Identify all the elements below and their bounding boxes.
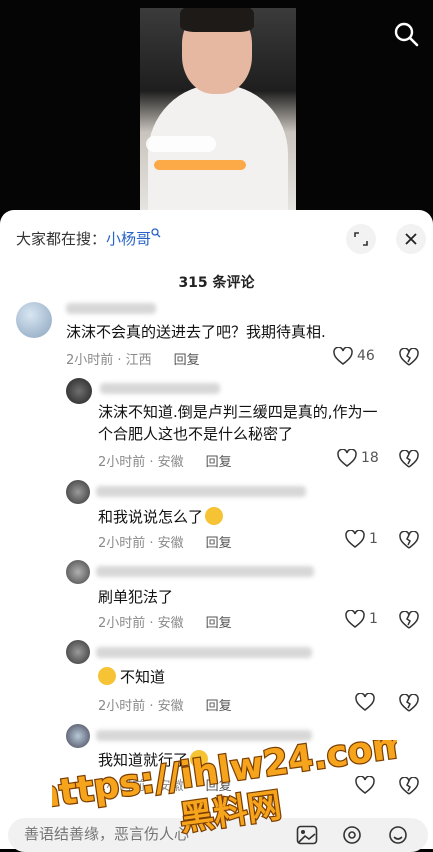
avatar[interactable] (66, 378, 92, 404)
broken-heart-icon[interactable] (399, 348, 419, 366)
comment-time-location: 2小时前 · 江西 (66, 353, 152, 368)
username-blurred (96, 486, 306, 497)
comment-text: 沫沫不会真的送进去了吧？我期待真相. (66, 323, 326, 341)
like-button[interactable]: 46 (333, 347, 375, 365)
image-icon[interactable] (296, 825, 318, 845)
comment-meta: 2小时前 · 江西 回复 (66, 349, 200, 368)
comment-text-content: 和我说说怎么了 (98, 508, 204, 526)
comment-meta: 2小时前 · 安徽 回复 (98, 451, 232, 470)
reply-button[interactable]: 回复 (206, 455, 232, 470)
heart-icon (345, 530, 365, 548)
username-blurred (96, 730, 312, 741)
comment-input[interactable] (22, 824, 286, 844)
comment-text: 和我说说怎么了 (98, 505, 224, 529)
comment-text-content: 不知道 (120, 668, 166, 686)
search-icon[interactable] (392, 20, 420, 48)
broken-heart-icon[interactable] (399, 450, 419, 468)
avatar[interactable] (66, 724, 90, 748)
hot-search-keyword[interactable]: 小杨哥 (106, 230, 151, 248)
comment-meta: 2小时前 · 安徽 回复 (98, 532, 232, 551)
close-button[interactable] (396, 224, 426, 254)
username-blurred (66, 303, 156, 314)
like-count: 46 (357, 348, 375, 364)
comments-count: 315 条评论 (178, 275, 255, 291)
heart-icon (345, 610, 365, 628)
broken-heart-icon[interactable] (399, 777, 419, 795)
avatar[interactable] (66, 640, 90, 664)
broken-heart-icon[interactable] (399, 694, 419, 712)
heart-icon (355, 776, 375, 794)
heart-icon (355, 693, 375, 711)
collapse-icon (354, 232, 368, 246)
username-blurred (96, 647, 312, 658)
comment-text: 沫沫不知道.倒是卢判三缓四是真的,作为一 (98, 403, 378, 421)
reply-button[interactable]: 回复 (206, 536, 232, 551)
streamer-video[interactable] (140, 8, 296, 215)
comment-time-location: 2小时前 · 安徽 (98, 779, 184, 794)
reply-button[interactable]: 回复 (206, 616, 232, 631)
hot-search[interactable]: 大家都在搜：小杨哥 (16, 228, 161, 249)
like-count: 18 (361, 450, 379, 466)
comment-input-box[interactable] (8, 818, 428, 852)
live-overlay-chip (146, 136, 216, 152)
collapse-button[interactable] (346, 224, 376, 254)
username-blurred (100, 383, 220, 394)
comment-meta: 2小时前 · 安徽 回复 (98, 612, 232, 631)
emoji-icon (190, 750, 209, 768)
reply-button[interactable]: 回复 (206, 699, 232, 714)
avatar[interactable] (16, 302, 52, 338)
comment-meta: 2小时前 · 安徽 回复 (98, 695, 232, 714)
reply-button[interactable]: 回复 (206, 779, 232, 794)
close-icon (405, 233, 417, 245)
comment-sheet: 大家都在搜：小杨哥 315 条评论 沫沫不会真的送进去了吧？我期待真相. 2小时… (0, 210, 433, 849)
like-button[interactable]: 1 (345, 530, 378, 548)
live-overlay-bar (154, 160, 246, 170)
emoji-icon[interactable] (388, 825, 408, 845)
like-button[interactable]: 18 (337, 449, 379, 467)
broken-heart-icon[interactable] (399, 531, 419, 549)
heart-icon (337, 449, 357, 467)
comment-meta: 2小时前 · 安徽 回复 (98, 775, 232, 794)
laughing-emoji-icon (205, 507, 224, 525)
like-button[interactable]: 1 (345, 610, 378, 628)
comment-text: 不知道 (98, 665, 165, 689)
comment-text: 刷单犯法了 (98, 588, 174, 606)
avatar[interactable] (66, 480, 90, 504)
at-icon[interactable] (342, 825, 362, 845)
username-blurred (96, 566, 314, 577)
comment-time-location: 2小时前 · 安徽 (98, 455, 184, 470)
like-count: 1 (369, 531, 378, 547)
hot-search-label: 大家都在搜： (16, 230, 107, 248)
live-video-area[interactable] (0, 0, 433, 215)
avatar[interactable] (66, 560, 90, 584)
laughing-emoji-icon (98, 667, 116, 685)
comment-text: 个合肥人这也不是什么秘密了 (98, 425, 294, 443)
broken-heart-icon[interactable] (399, 611, 419, 629)
comment-time-location: 2小时前 · 安徽 (98, 699, 184, 714)
video-figure-hair (180, 8, 254, 32)
comment-time-location: 2小时前 · 安徽 (98, 616, 184, 631)
heart-icon (333, 347, 353, 365)
comment-input-bar (0, 810, 433, 852)
comment-time-location: 2小时前 · 安徽 (98, 536, 184, 551)
like-button[interactable] (355, 776, 379, 794)
search-icon (151, 228, 161, 238)
like-button[interactable] (355, 693, 379, 711)
comment-text-content: 我知道就行了 (98, 751, 189, 769)
reply-button[interactable]: 回复 (174, 353, 200, 368)
comment-text: 我知道就行了 (98, 748, 209, 772)
like-count: 1 (369, 611, 378, 627)
